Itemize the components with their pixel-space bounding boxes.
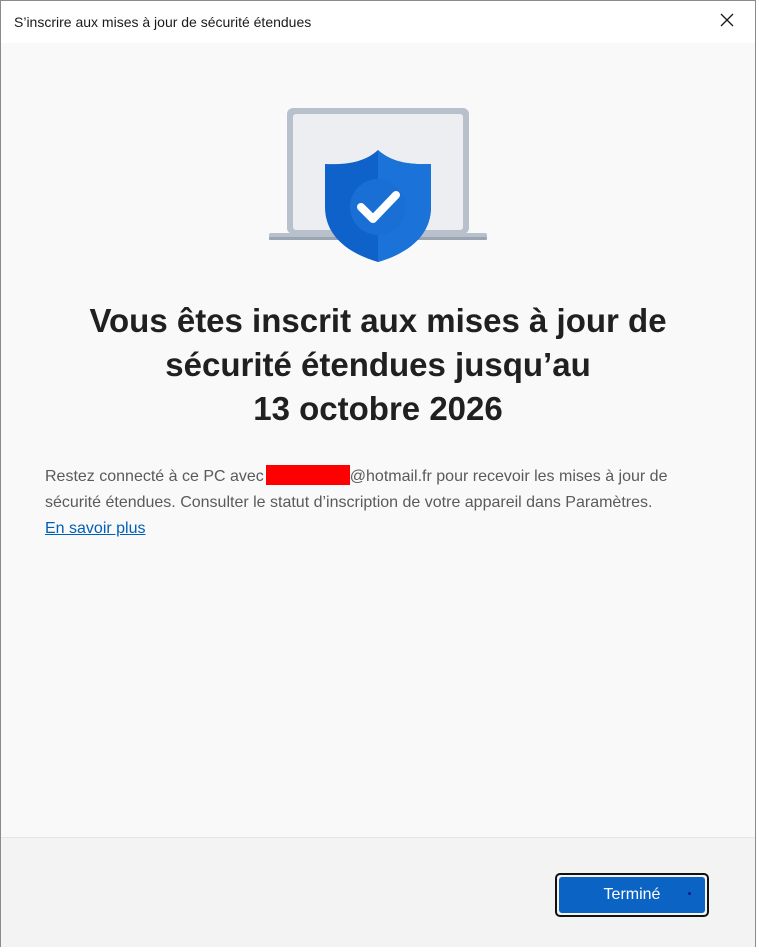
description-prefix: Restez connecté à ce PC avec bbox=[45, 468, 264, 485]
title-bar: S’inscrire aux mises à jour de sécurité … bbox=[1, 1, 755, 43]
description: Restez connecté à ce PC avec @hotmail.fr … bbox=[45, 464, 725, 542]
done-button-label: Terminé bbox=[603, 886, 661, 903]
focus-indicator bbox=[688, 892, 691, 895]
headline: Vous êtes inscrit aux mises à jour de sé… bbox=[41, 299, 715, 431]
close-icon bbox=[720, 13, 734, 32]
redacted-email bbox=[265, 465, 350, 485]
esu-enrollment-dialog: S’inscrire aux mises à jour de sécurité … bbox=[0, 0, 756, 947]
headline-line-3: 13 octobre 2026 bbox=[253, 390, 503, 427]
learn-more-link[interactable]: En savoir plus bbox=[45, 520, 146, 537]
done-button[interactable]: Terminé bbox=[555, 873, 709, 917]
window-title: S’inscrire aux mises à jour de sécurité … bbox=[14, 14, 312, 30]
laptop-shield-check-icon bbox=[267, 107, 489, 267]
headline-line-2: sécurité étendues jusqu’au bbox=[165, 346, 591, 383]
done-button-face: Terminé bbox=[559, 877, 705, 913]
dialog-content: Vous êtes inscrit aux mises à jour de sé… bbox=[1, 43, 755, 837]
dialog-footer: Terminé bbox=[1, 837, 755, 947]
headline-line-1: Vous êtes inscrit aux mises à jour de bbox=[89, 302, 667, 339]
close-button[interactable] bbox=[699, 1, 755, 43]
